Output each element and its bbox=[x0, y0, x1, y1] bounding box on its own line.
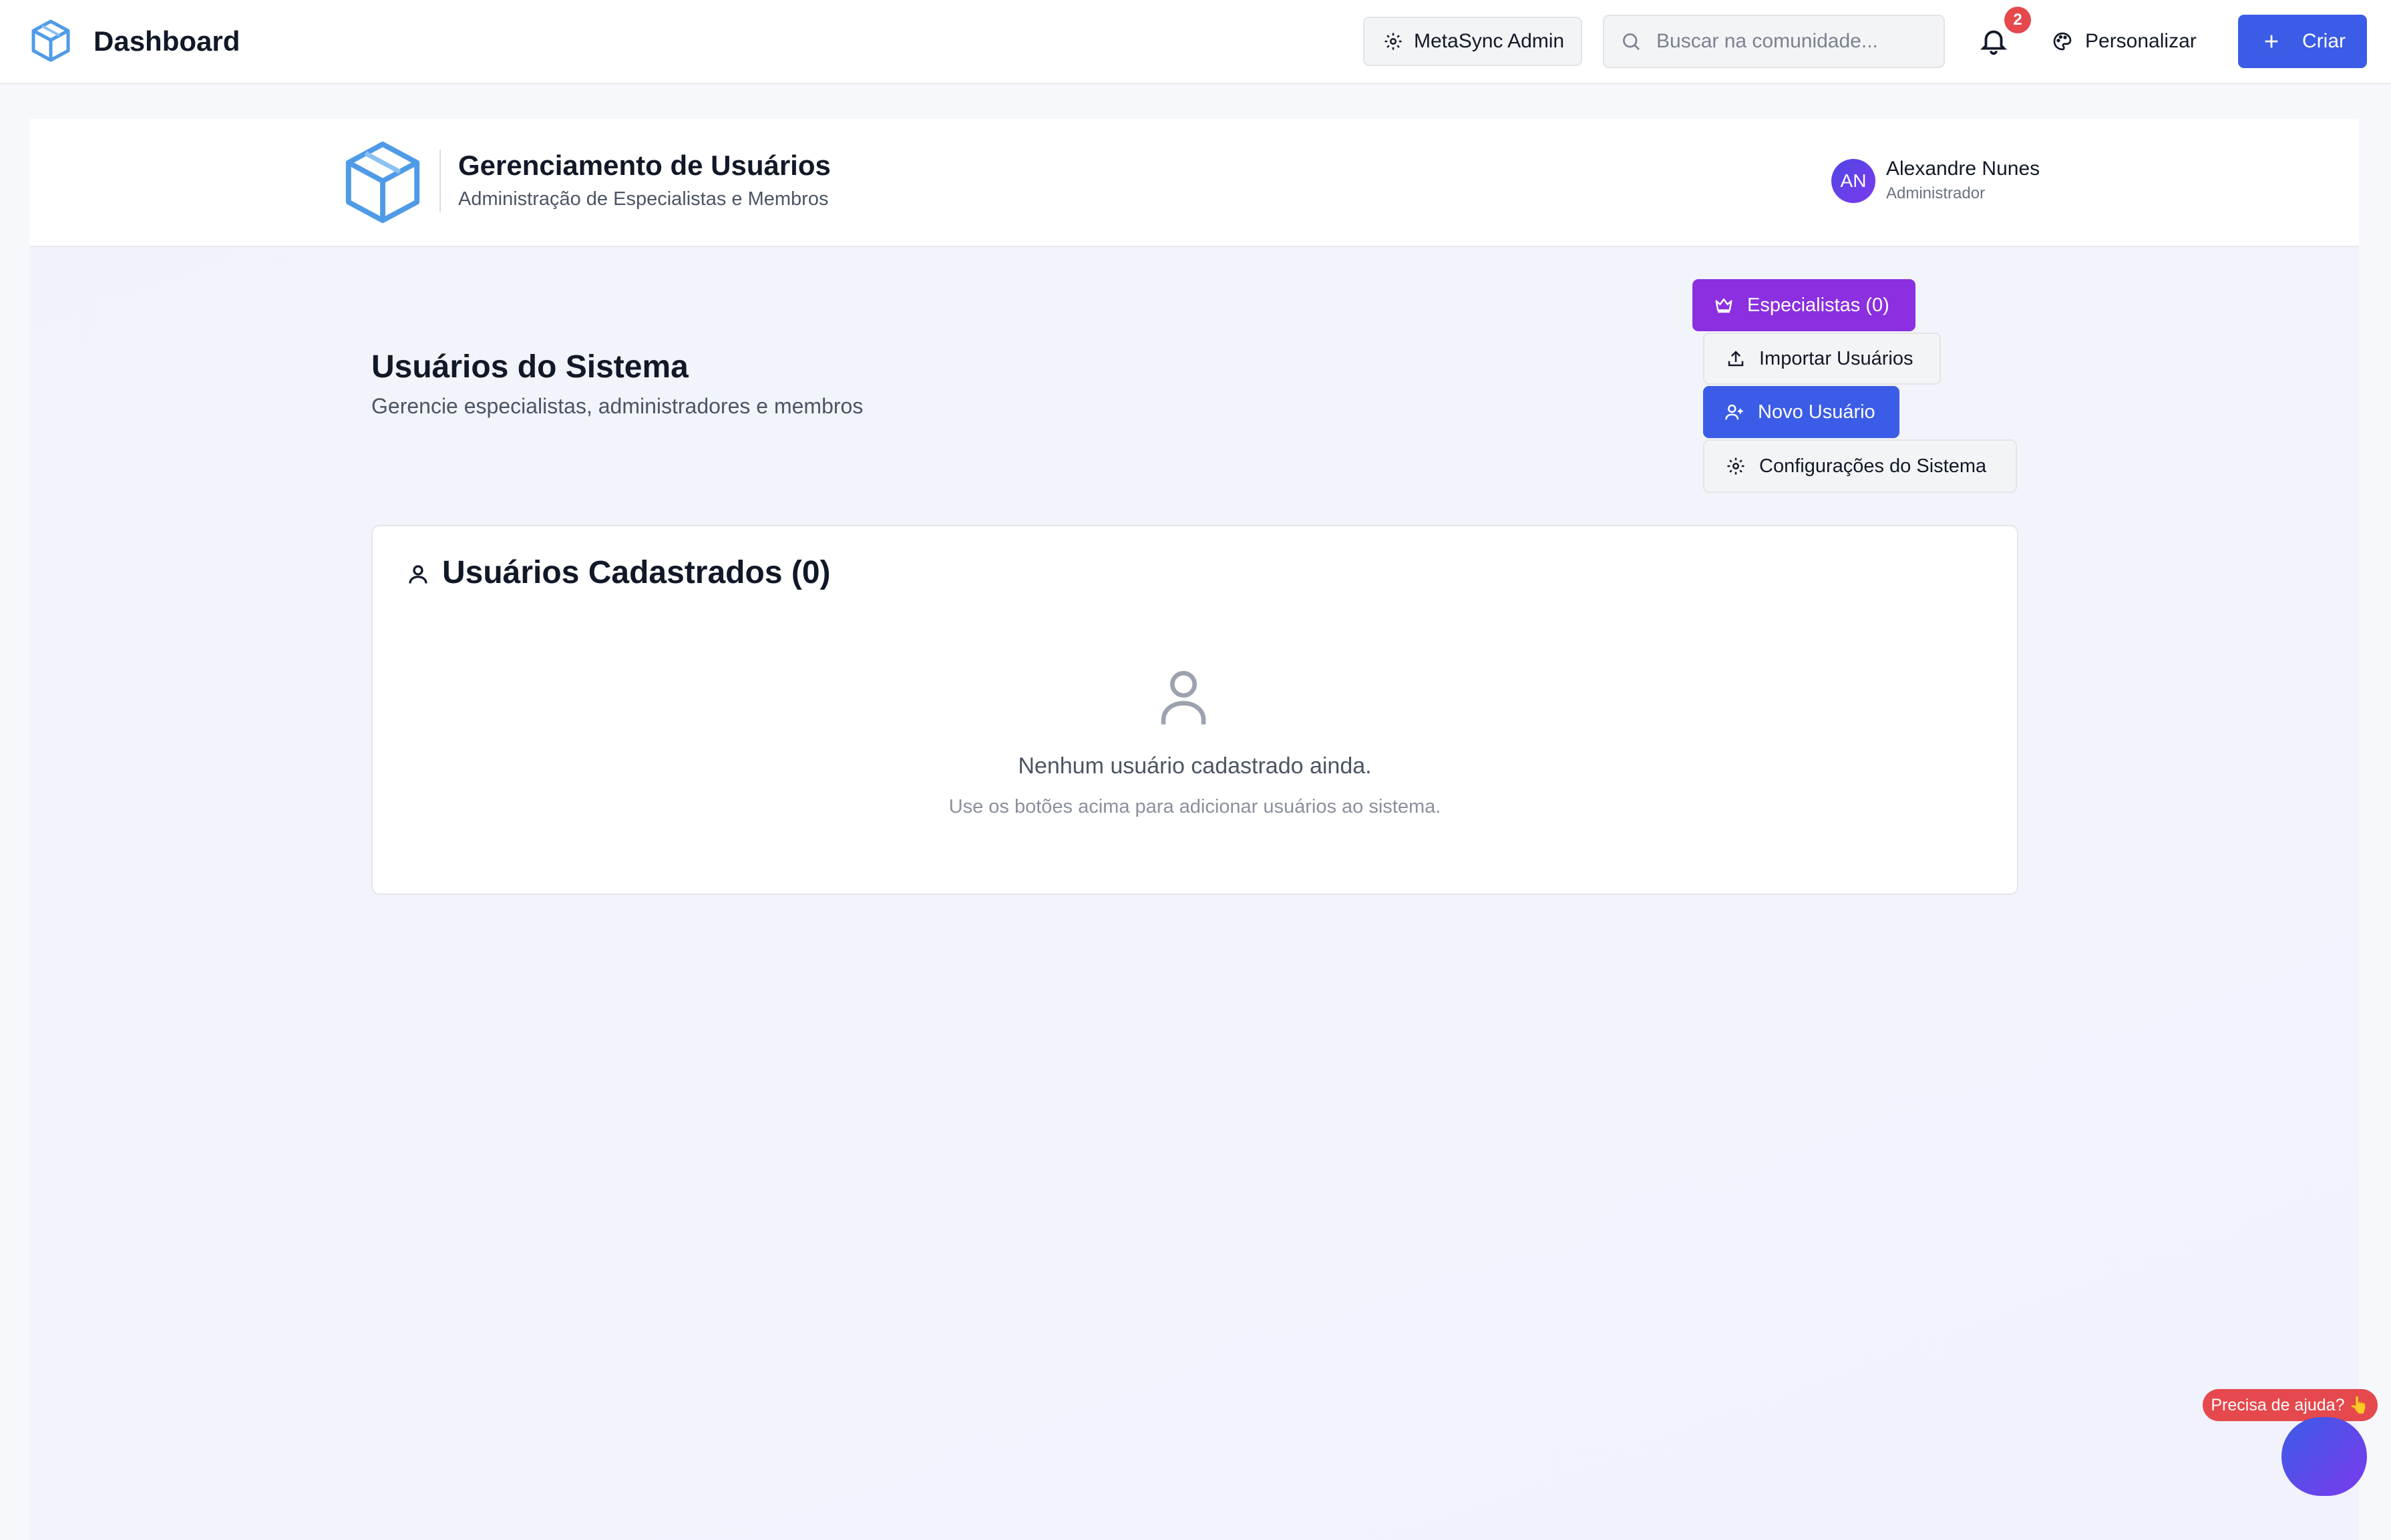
personalize-button[interactable]: Personalizar bbox=[2052, 20, 2197, 63]
avatar[interactable]: AN bbox=[1831, 159, 1875, 203]
header-subtitle: Administração de Especialistas e Membros bbox=[458, 188, 829, 210]
system-settings-button[interactable]: Configurações do Sistema bbox=[1703, 439, 2017, 493]
help-chat-button[interactable] bbox=[2281, 1417, 2367, 1496]
header-title: Gerenciamento de Usuários bbox=[458, 150, 831, 181]
user-name: Alexandre Nunes bbox=[1886, 158, 2040, 180]
empty-state-hint: Use os botões acima para adicionar usuár… bbox=[948, 796, 1441, 817]
search-box[interactable] bbox=[1603, 15, 1945, 68]
empty-state-message: Nenhum usuário cadastrado ainda. bbox=[1018, 753, 1372, 779]
help-tooltip[interactable]: Precisa de ajuda? 👆 bbox=[2203, 1389, 2378, 1421]
search-input[interactable] bbox=[1656, 30, 1923, 53]
create-label: Criar bbox=[2302, 30, 2346, 52]
registered-users-card: Usuários Cadastrados (0) Nenhum usuário … bbox=[371, 525, 2018, 895]
plus-icon bbox=[2265, 35, 2278, 48]
user-role: Administrador bbox=[1886, 184, 1986, 202]
user-icon bbox=[409, 565, 427, 584]
import-users-button[interactable]: Importar Usuários bbox=[1703, 333, 1941, 385]
empty-user-icon bbox=[1161, 670, 1206, 725]
new-user-label: Novo Usuário bbox=[1758, 401, 1875, 423]
specialists-button[interactable]: Especialistas (0) bbox=[1692, 279, 1915, 331]
new-user-button[interactable]: Novo Usuário bbox=[1703, 386, 1899, 438]
page-title: Usuários do Sistema bbox=[371, 349, 689, 385]
system-settings-label: Configurações do Sistema bbox=[1759, 455, 1987, 477]
create-button[interactable]: Criar bbox=[2238, 15, 2367, 68]
pointing-hand-icon: 👆 bbox=[2348, 1395, 2370, 1414]
user-plus-icon bbox=[1725, 404, 1743, 420]
registered-users-title: Usuários Cadastrados (0) bbox=[442, 555, 831, 590]
cube-logo-icon[interactable] bbox=[29, 19, 72, 63]
cube-logo-icon bbox=[345, 141, 420, 224]
search-icon bbox=[1623, 33, 1640, 50]
user-management-header: Gerenciamento de Usuários Administração … bbox=[29, 119, 2359, 247]
crown-icon bbox=[1715, 299, 1732, 313]
app-title: Dashboard bbox=[94, 25, 240, 57]
specialists-label: Especialistas (0) bbox=[1747, 294, 1889, 316]
personalize-label: Personalizar bbox=[2085, 30, 2197, 52]
gear-icon bbox=[1385, 33, 1402, 50]
main-panel: Gerenciamento de Usuários Administração … bbox=[29, 119, 2359, 1540]
top-bar: Dashboard MetaSync Admin 2 Personalizar … bbox=[0, 0, 2391, 84]
metasync-admin-button[interactable]: MetaSync Admin bbox=[1363, 17, 1582, 66]
metasync-admin-label: MetaSync Admin bbox=[1414, 30, 1565, 52]
import-users-label: Importar Usuários bbox=[1759, 347, 1913, 369]
notification-badge: 2 bbox=[2004, 7, 2031, 33]
palette-icon bbox=[2053, 32, 2072, 51]
gear-icon bbox=[1727, 457, 1744, 475]
header-divider bbox=[439, 150, 441, 212]
upload-icon bbox=[1728, 351, 1744, 367]
page-subtitle: Gerencie especialistas, administradores … bbox=[371, 394, 864, 418]
bell-icon[interactable] bbox=[1978, 25, 2009, 56]
help-label: Precisa de ajuda? bbox=[2211, 1395, 2345, 1414]
